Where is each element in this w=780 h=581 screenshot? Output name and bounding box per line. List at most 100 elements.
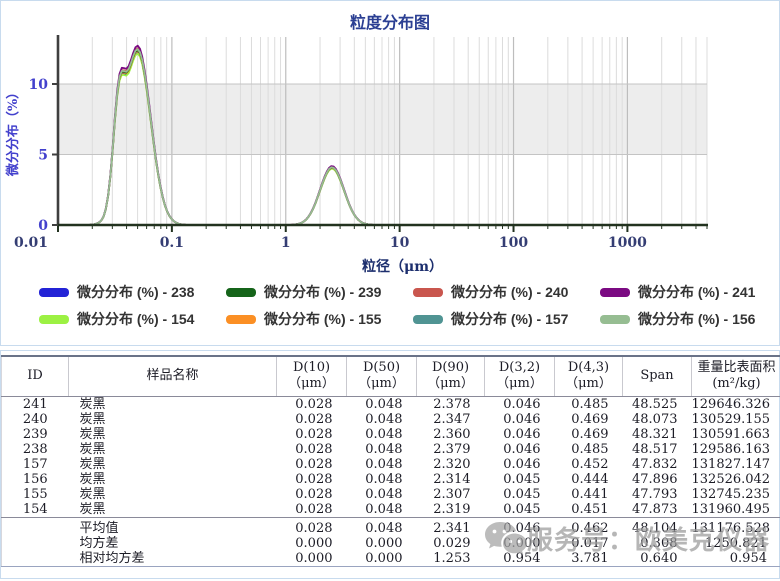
summary-value-cell: 0.017: [555, 536, 623, 551]
value-cell: 0.045: [485, 487, 555, 502]
summary-value-cell: 0.046: [485, 517, 555, 536]
summary-value-cell: 1.253: [417, 551, 485, 567]
legend-swatch: [413, 288, 443, 297]
value-cell: 2.320: [417, 457, 485, 472]
legend-swatch: [413, 315, 443, 324]
value-cell: 132526.042: [692, 472, 780, 487]
y-axis-label: 微分分布（%）: [5, 86, 21, 177]
legend-label: 微分分布 (%) - 155: [264, 309, 381, 329]
sample-name: 炭黑: [69, 412, 277, 427]
sample-id: 157: [2, 457, 69, 472]
value-cell: 0.048: [347, 427, 417, 442]
summary-value-cell: 0.308: [623, 536, 692, 551]
summary-value-cell: 48.104: [623, 517, 692, 536]
table-row: 240炭黑0.0280.0482.3470.0460.46948.0731305…: [2, 412, 780, 427]
table-row: 155炭黑0.0280.0482.3070.0450.44147.7931327…: [2, 487, 780, 502]
sample-id: 240: [2, 412, 69, 427]
summary-value-cell: 0.000: [347, 551, 417, 567]
value-cell: 47.873: [623, 502, 692, 518]
legend-item-240: 微分分布 (%) - 240: [413, 282, 600, 302]
sample-id: 238: [2, 442, 69, 457]
summary-value-cell: 0.640: [623, 551, 692, 567]
legend-swatch: [226, 315, 256, 324]
chart-legend: 微分分布 (%) - 238微分分布 (%) - 239微分分布 (%) - 2…: [39, 282, 779, 329]
value-cell: 47.832: [623, 457, 692, 472]
empty-cell: [2, 517, 69, 536]
sample-name: 炭黑: [69, 487, 277, 502]
value-cell: 0.045: [485, 472, 555, 487]
value-cell: 0.046: [485, 442, 555, 457]
value-cell: 2.378: [417, 396, 485, 412]
table-row: 239炭黑0.0280.0482.3600.0460.46948.3211305…: [2, 427, 780, 442]
summary-value-cell: 0.000: [277, 551, 347, 567]
value-cell: 0.048: [347, 487, 417, 502]
summary-value-cell: 0.029: [417, 536, 485, 551]
summary-value-cell: 0.000: [277, 536, 347, 551]
value-cell: 0.452: [555, 457, 623, 472]
value-cell: 2.360: [417, 427, 485, 442]
table-header-row: ID样品名称D(10)（μm）D(50)（μm）D(90)（μm）D(3,2)（…: [2, 356, 780, 396]
value-cell: 130529.155: [692, 412, 780, 427]
value-cell: 0.048: [347, 412, 417, 427]
value-cell: 48.321: [623, 427, 692, 442]
table-row: 157炭黑0.0280.0482.3200.0460.45247.8321318…: [2, 457, 780, 472]
particle-size-distribution-chart: 0.010.111010010000510粒径（μm）微分分布（%）: [1, 27, 780, 275]
value-cell: 131960.495: [692, 502, 780, 518]
legend-label: 微分分布 (%) - 157: [451, 309, 568, 329]
value-cell: 0.028: [277, 427, 347, 442]
value-cell: 2.307: [417, 487, 485, 502]
chart-title: 粒度分布图: [1, 1, 779, 27]
value-cell: 0.046: [485, 396, 555, 412]
chart-panel: 粒度分布图 0.010.111010010000510粒径（μm）微分分布（%）…: [0, 0, 780, 346]
summary-value-cell: 0.954: [692, 551, 780, 567]
value-cell: 0.441: [555, 487, 623, 502]
value-cell: 0.028: [277, 472, 347, 487]
summary-value-cell: 2.341: [417, 517, 485, 536]
legend-item-239: 微分分布 (%) - 239: [226, 282, 413, 302]
summary-value-cell: 0.000: [347, 536, 417, 551]
value-cell: 48.517: [623, 442, 692, 457]
table-row: 238炭黑0.0280.0482.3790.0460.48548.5171295…: [2, 442, 780, 457]
report-page: 粒度分布图 0.010.111010010000510粒径（μm）微分分布（%）…: [0, 0, 780, 581]
x-tick-label: 0.1: [160, 235, 184, 251]
summary-value-cell: 0.000: [485, 536, 555, 551]
sample-id: 154: [2, 502, 69, 518]
value-cell: 0.469: [555, 412, 623, 427]
legend-item-154: 微分分布 (%) - 154: [39, 309, 226, 329]
column-header: D(3,2)（μm）: [485, 356, 555, 396]
sample-id: 239: [2, 427, 69, 442]
x-tick-label: 10: [390, 235, 410, 251]
summary-row: 均方差0.0000.0000.0290.0000.0170.3081250.82…: [2, 536, 780, 551]
value-cell: 0.046: [485, 457, 555, 472]
table-row: 154炭黑0.0280.0482.3190.0450.45147.8731319…: [2, 502, 780, 518]
value-cell: 129586.163: [692, 442, 780, 457]
value-cell: 2.314: [417, 472, 485, 487]
y-tick-label: 10: [29, 77, 49, 93]
value-cell: 129646.326: [692, 396, 780, 412]
value-cell: 47.793: [623, 487, 692, 502]
value-cell: 0.028: [277, 457, 347, 472]
value-cell: 0.045: [485, 502, 555, 518]
value-cell: 0.485: [555, 396, 623, 412]
empty-cell: [2, 551, 69, 567]
legend-swatch: [39, 315, 69, 324]
value-cell: 0.028: [277, 442, 347, 457]
column-header: D(50)（μm）: [347, 356, 417, 396]
value-cell: 48.073: [623, 412, 692, 427]
summary-value-cell: 131176.528: [692, 517, 780, 536]
value-cell: 130591.663: [692, 427, 780, 442]
value-cell: 0.485: [555, 442, 623, 457]
x-tick-label: 0.01: [14, 235, 48, 251]
y-tick-label: 0: [38, 218, 48, 234]
results-table-panel: ID样品名称D(10)（μm）D(50)（μm）D(90)（μm）D(3,2)（…: [0, 350, 780, 579]
sample-id: 156: [2, 472, 69, 487]
sample-name: 炭黑: [69, 427, 277, 442]
value-cell: 0.469: [555, 427, 623, 442]
sample-id: 155: [2, 487, 69, 502]
results-table: ID样品名称D(10)（μm）D(50)（μm）D(90)（μm）D(3,2)（…: [1, 355, 780, 567]
summary-value-cell: 0.462: [555, 517, 623, 536]
summary-label: 平均值: [69, 517, 277, 536]
sample-name: 炭黑: [69, 442, 277, 457]
legend-item-238: 微分分布 (%) - 238: [39, 282, 226, 302]
summary-value-cell: 0.028: [277, 517, 347, 536]
